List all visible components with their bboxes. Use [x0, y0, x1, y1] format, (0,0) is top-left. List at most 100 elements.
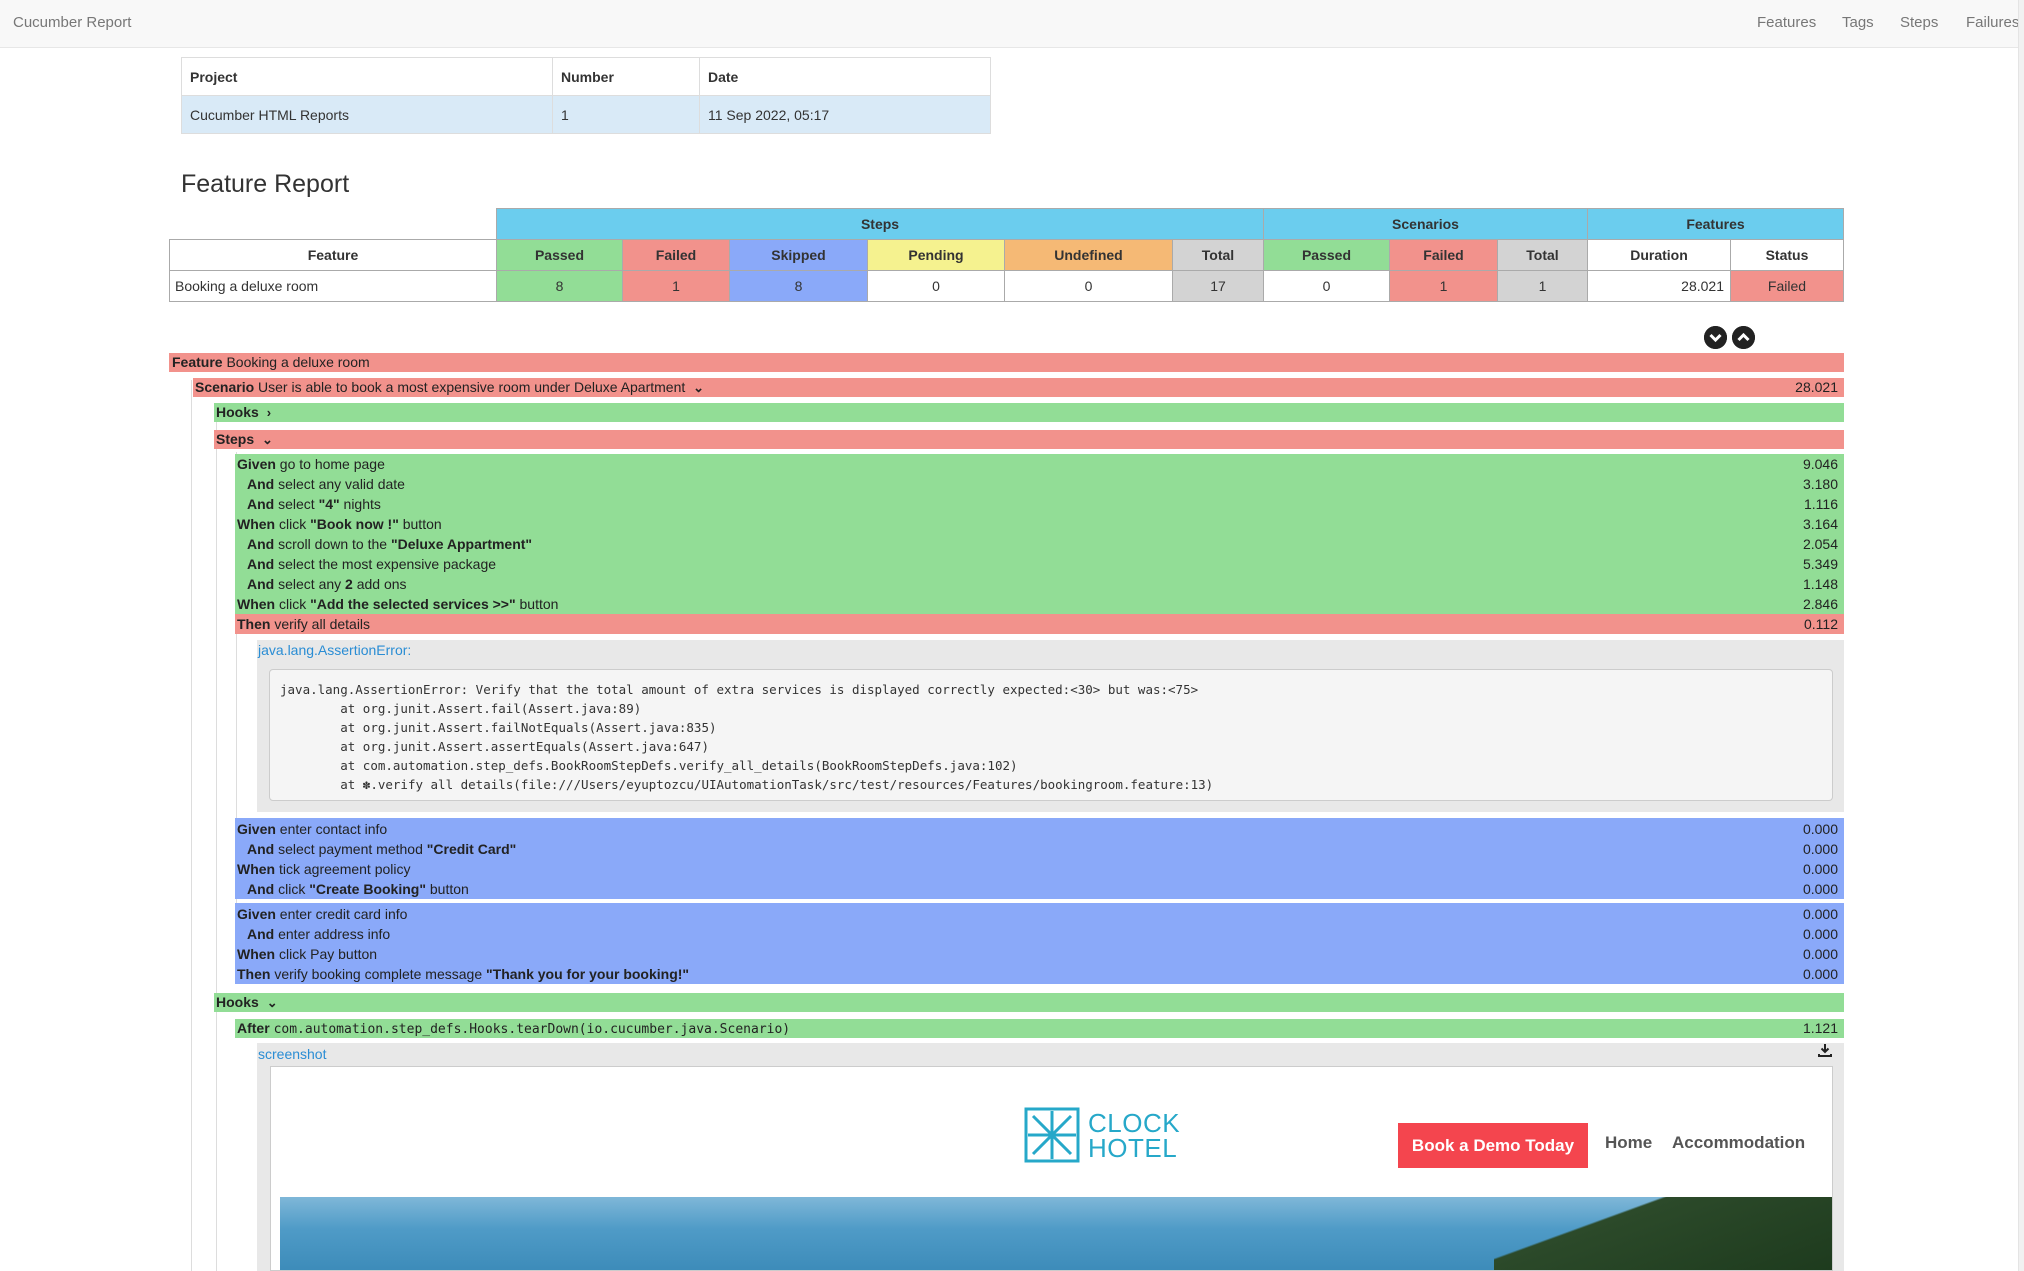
step-keyword: Given: [237, 456, 276, 472]
step-duration: 9.046: [1802, 456, 1838, 472]
step-row[interactable]: Given go to home page 9.046: [235, 454, 1844, 474]
step-duration: 3.180: [1802, 476, 1838, 492]
hooks-label: Hooks: [216, 994, 259, 1010]
col-steps-undefined[interactable]: Undefined: [1004, 239, 1173, 271]
stacktrace-box: java.lang.AssertionError: Verify that th…: [269, 669, 1833, 801]
group-steps: Steps: [496, 208, 1264, 240]
step-duration: 1.148: [1802, 576, 1838, 592]
feature-name: Booking a deluxe room: [226, 354, 370, 370]
step-text: click Pay button: [279, 946, 378, 962]
col-steps-passed[interactable]: Passed: [496, 239, 623, 271]
brand-link[interactable]: Cucumber Report: [13, 14, 131, 31]
step-duration: 0.000: [1802, 861, 1838, 877]
col-scenarios-passed[interactable]: Passed: [1263, 239, 1390, 271]
col-duration[interactable]: Duration: [1587, 239, 1731, 271]
step-text: click: [278, 881, 310, 897]
chevron-down-icon[interactable]: ⌄: [693, 378, 704, 397]
chevron-down-icon[interactable]: ⌄: [262, 430, 273, 449]
steps-passed-value: 8: [496, 270, 623, 302]
hotel-logo-text: CLOCK HOTEL: [1088, 1110, 1180, 1161]
header-date: Date: [699, 57, 991, 96]
scenario-row[interactable]: Scenario User is able to book a most exp…: [193, 378, 1844, 397]
step-row[interactable]: Then verify booking complete message "Th…: [235, 964, 1844, 984]
screenshot-toggle-link[interactable]: screenshot: [258, 1044, 326, 1064]
step-row[interactable]: And select the most expensive package 5.3…: [235, 554, 1844, 574]
collapse-all-icon[interactable]: [1732, 326, 1755, 349]
step-row[interactable]: When click Pay button 0.000: [235, 944, 1844, 964]
step-text-suffix: button: [515, 596, 559, 612]
after-hooks-row[interactable]: Hooks ⌄: [214, 993, 1844, 1012]
step-text: verify booking complete message: [274, 966, 487, 982]
download-icon[interactable]: [1818, 1043, 1832, 1061]
step-duration: 2.054: [1802, 536, 1838, 552]
nav-tags[interactable]: Tags: [1842, 14, 1874, 31]
scenario-name: User is able to book a most expensive ro…: [258, 379, 686, 395]
step-row[interactable]: And select payment method "Credit Card" 0…: [235, 839, 1844, 859]
step-row[interactable]: And scroll down to the "Deluxe Appartmen…: [235, 534, 1844, 554]
page-scrollbar[interactable]: [2018, 0, 2024, 1271]
step-row[interactable]: When click "Book now !" button 3.164: [235, 514, 1844, 534]
col-scenarios-total[interactable]: Total: [1497, 239, 1588, 271]
step-row[interactable]: And click "Create Booking" button 0.000: [235, 879, 1844, 899]
nav-failures[interactable]: Failures: [1966, 14, 2019, 31]
embedded-hotel-page: CLOCK HOTEL Book a Demo Today Home Accom…: [280, 1075, 1832, 1270]
step-keyword: When: [237, 946, 276, 962]
step-row[interactable]: And enter address info 0.000: [235, 924, 1844, 944]
step-keyword: When: [237, 596, 276, 612]
step-text: enter contact info: [279, 821, 388, 837]
after-keyword: After: [237, 1020, 270, 1036]
step-text: scroll down to the: [278, 536, 391, 552]
step-keyword: When: [237, 861, 276, 877]
step-row[interactable]: Given enter credit card info 0.000: [235, 904, 1844, 924]
group-features: Features: [1587, 208, 1844, 240]
col-status[interactable]: Status: [1730, 239, 1844, 271]
scenario-duration: 28.021: [1795, 379, 1838, 395]
step-argument: "Deluxe Appartment": [390, 536, 533, 552]
step-row[interactable]: When click "Add the selected services >>…: [235, 594, 1844, 614]
nav-steps[interactable]: Steps: [1900, 14, 1938, 31]
step-text-suffix: add ons: [352, 576, 407, 592]
step-text: select any: [278, 576, 346, 592]
book-demo-button: Book a Demo Today: [1398, 1123, 1588, 1168]
steps-toggle-row[interactable]: Steps ⌄: [214, 430, 1844, 449]
step-text: select any valid date: [278, 476, 405, 492]
tree-guide-line: [216, 420, 217, 1271]
step-argument: 2: [345, 576, 353, 592]
step-duration: 0.000: [1802, 906, 1838, 922]
project-value: Cucumber HTML Reports: [181, 95, 553, 134]
col-scenarios-failed[interactable]: Failed: [1389, 239, 1498, 271]
chevron-right-icon[interactable]: ›: [267, 403, 271, 422]
step-text: verify all details: [274, 616, 371, 632]
col-steps-total[interactable]: Total: [1172, 239, 1264, 271]
step-row[interactable]: And select any valid date 3.180: [235, 474, 1844, 494]
step-row[interactable]: And select any 2 add ons 1.148: [235, 574, 1844, 594]
step-row[interactable]: When tick agreement policy 0.000: [235, 859, 1844, 879]
step-duration: 3.164: [1802, 516, 1838, 532]
step-row[interactable]: And select "4" nights 1.116: [235, 494, 1844, 514]
scenario-keyword: Scenario: [195, 379, 255, 395]
col-steps-failed[interactable]: Failed: [622, 239, 730, 271]
col-steps-pending[interactable]: Pending: [867, 239, 1005, 271]
tree-guide-line: [191, 380, 192, 1271]
chevron-down-icon[interactable]: ⌄: [267, 993, 278, 1012]
step-text: select the most expensive package: [278, 556, 497, 572]
expand-all-icon[interactable]: [1704, 326, 1727, 349]
nav-features[interactable]: Features: [1757, 14, 1816, 31]
col-feature[interactable]: Feature: [169, 239, 497, 271]
steps-skipped-value: 8: [729, 270, 868, 302]
step-row[interactable]: Then verify all details 0.112: [235, 614, 1844, 634]
feature-row[interactable]: Feature Booking a deluxe room: [169, 353, 1844, 372]
feature-link[interactable]: Booking a deluxe room: [169, 270, 497, 302]
error-toggle-link[interactable]: java.lang.AssertionError:: [258, 640, 411, 660]
step-text: click: [279, 596, 311, 612]
col-steps-skipped[interactable]: Skipped: [729, 239, 868, 271]
step-text: select payment method: [278, 841, 427, 857]
steps-label: Steps: [216, 431, 255, 447]
step-row[interactable]: Given enter contact info 0.000: [235, 819, 1844, 839]
step-text: click: [279, 516, 311, 532]
before-hooks-row[interactable]: Hooks ›: [214, 403, 1844, 422]
steps-undefined-value: 0: [1004, 270, 1173, 302]
screenshot-image: CLOCK HOTEL Book a Demo Today Home Accom…: [270, 1066, 1833, 1271]
palm-trees: [1494, 1197, 1832, 1270]
after-hook-row[interactable]: After com.automation.step_defs.Hooks.tea…: [235, 1019, 1844, 1038]
